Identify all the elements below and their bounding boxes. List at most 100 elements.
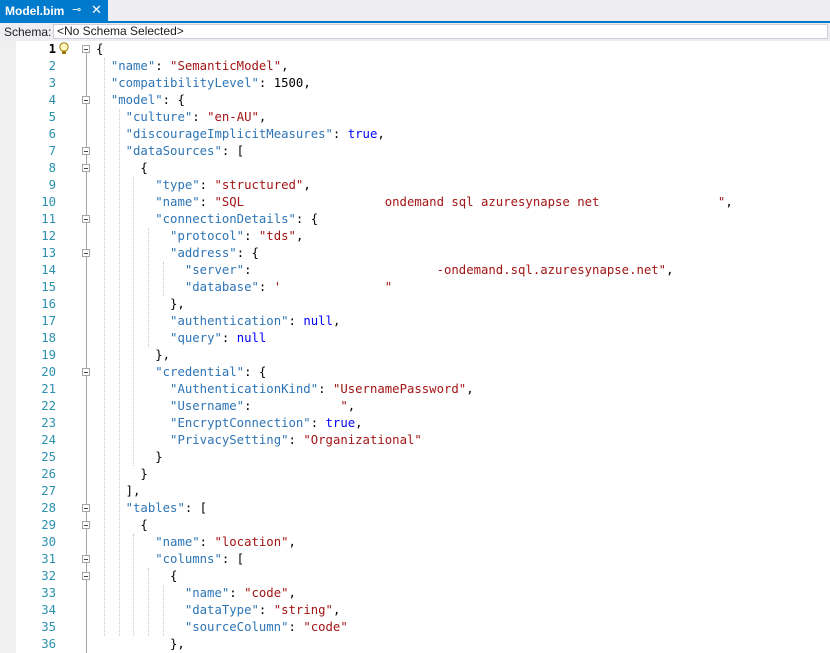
code-line[interactable]: 3 "compatibilityLevel": 1500, bbox=[0, 75, 830, 92]
json-punctuation: : bbox=[229, 586, 245, 600]
code-text: "EncryptConnection": true, bbox=[96, 415, 363, 432]
indent-guide bbox=[133, 177, 135, 466]
code-editor[interactable]: 1{2 "name": "SemanticModel", 3 "compatibi… bbox=[0, 41, 830, 653]
code-text: "address": { bbox=[96, 245, 259, 262]
collapse-icon[interactable] bbox=[82, 215, 90, 223]
code-line[interactable]: 6 "discourageImplicitMeasures": true, bbox=[0, 126, 830, 143]
line-number: 1 bbox=[48, 42, 56, 56]
code-line[interactable]: 13 "address": { bbox=[0, 245, 830, 262]
json-string: "tds" bbox=[258, 229, 296, 243]
json-keyword: true bbox=[347, 127, 378, 141]
line-number: 29 bbox=[41, 518, 56, 532]
code-line[interactable]: 18 "query": null bbox=[0, 330, 830, 347]
json-punctuation: : { bbox=[162, 93, 185, 107]
code-line[interactable]: 22 "Username": ", bbox=[0, 398, 830, 415]
code-text: "name": "location", bbox=[96, 534, 296, 551]
json-key: "connectionDetails" bbox=[155, 212, 296, 226]
json-string: "code" bbox=[303, 620, 348, 634]
code-text: { bbox=[96, 568, 177, 585]
code-line[interactable]: 11 "connectionDetails": { bbox=[0, 211, 830, 228]
json-punctuation: : bbox=[244, 229, 259, 243]
json-key: "dataSources" bbox=[125, 144, 222, 158]
collapse-icon[interactable] bbox=[82, 504, 90, 512]
json-punctuation: , bbox=[347, 399, 356, 413]
line-number: 31 bbox=[41, 552, 56, 566]
json-key: "dataType" bbox=[184, 603, 259, 617]
close-icon[interactable]: ✕ bbox=[91, 2, 102, 18]
code-line[interactable]: 15 "database": ' " bbox=[0, 279, 830, 296]
json-key: "name" bbox=[155, 195, 200, 209]
json-punctuation: : bbox=[199, 535, 215, 549]
json-keyword: null bbox=[236, 331, 267, 345]
json-key: "name" bbox=[110, 59, 156, 73]
code-line[interactable]: 30 "name": "location", bbox=[0, 534, 830, 551]
collapse-icon[interactable] bbox=[82, 368, 90, 376]
collapse-icon[interactable] bbox=[82, 521, 90, 529]
code-text: } bbox=[96, 449, 163, 466]
json-punctuation bbox=[96, 212, 155, 226]
collapse-icon[interactable] bbox=[82, 147, 90, 155]
line-number: 21 bbox=[41, 382, 56, 396]
code-text: "name": "SQL ondemand sql azuresynapse n… bbox=[96, 194, 733, 211]
code-line[interactable]: 12 "protocol": "tds", bbox=[0, 228, 830, 245]
json-key: "address" bbox=[170, 246, 237, 260]
code-line[interactable]: 36 }, bbox=[0, 636, 830, 653]
json-punctuation: : bbox=[258, 76, 274, 90]
code-line[interactable]: 31 "columns": [ bbox=[0, 551, 830, 568]
collapse-icon[interactable] bbox=[82, 249, 90, 257]
json-key: "compatibilityLevel" bbox=[110, 76, 259, 90]
json-string: "en-AU" bbox=[207, 110, 259, 124]
code-line[interactable]: 26 } bbox=[0, 466, 830, 483]
json-punctuation bbox=[96, 195, 155, 209]
collapse-icon[interactable] bbox=[82, 555, 90, 563]
json-key: "protocol" bbox=[170, 229, 245, 243]
json-punctuation bbox=[96, 110, 126, 124]
code-line[interactable]: 7 "dataSources": [ bbox=[0, 143, 830, 160]
code-line[interactable]: 16 }, bbox=[0, 296, 830, 313]
code-line[interactable]: 8 { bbox=[0, 160, 830, 177]
json-punctuation: , bbox=[303, 178, 311, 192]
collapse-icon[interactable] bbox=[82, 45, 90, 53]
pin-icon[interactable]: ⊸ bbox=[72, 3, 81, 16]
json-key: "server" bbox=[184, 263, 245, 277]
json-punctuation: , bbox=[725, 195, 733, 209]
line-number: 25 bbox=[41, 450, 56, 464]
collapse-icon[interactable] bbox=[82, 164, 90, 172]
code-line[interactable]: 21 "AuthenticationKind": "UsernamePasswo… bbox=[0, 381, 830, 398]
tab-model-bim[interactable]: Model.bim ⊸ ✕ bbox=[0, 0, 108, 21]
code-line[interactable]: 27 ], bbox=[0, 483, 830, 500]
code-line[interactable]: 17 "authentication": null, bbox=[0, 313, 830, 330]
code-line[interactable]: 20 "credential": { bbox=[0, 364, 830, 381]
code-line[interactable]: 4 "model": { bbox=[0, 92, 830, 109]
code-line[interactable]: 10 "name": "SQL ondemand sql azuresynaps… bbox=[0, 194, 830, 211]
code-line[interactable]: 5 "culture": "en-AU", bbox=[0, 109, 830, 126]
code-line[interactable]: 2 "name": "SemanticModel", bbox=[0, 58, 830, 75]
code-line[interactable]: 14 "server": -ondemand.sql.azuresynapse.… bbox=[0, 262, 830, 279]
code-line[interactable]: 23 "EncryptConnection": true, bbox=[0, 415, 830, 432]
code-line[interactable]: 1{ bbox=[0, 41, 830, 58]
json-punctuation bbox=[96, 263, 185, 277]
line-number: 9 bbox=[48, 178, 56, 192]
code-line[interactable]: 29 { bbox=[0, 517, 830, 534]
code-line[interactable]: 32 { bbox=[0, 568, 830, 585]
code-line[interactable]: 35 "sourceColumn": "code" bbox=[0, 619, 830, 636]
json-punctuation: : bbox=[288, 433, 304, 447]
indent-guide bbox=[118, 109, 120, 636]
json-punctuation: : [ bbox=[221, 552, 245, 566]
indent-guide bbox=[163, 262, 164, 296]
line-number: 5 bbox=[48, 110, 56, 124]
code-line[interactable]: 25 } bbox=[0, 449, 830, 466]
indent-guide bbox=[148, 568, 150, 636]
json-key: "PrivacySetting" bbox=[170, 433, 289, 447]
code-line[interactable]: 33 "name": "code", bbox=[0, 585, 830, 602]
collapse-icon[interactable] bbox=[82, 572, 90, 580]
code-line[interactable]: 19 }, bbox=[0, 347, 830, 364]
code-line[interactable]: 34 "dataType": "string", bbox=[0, 602, 830, 619]
json-punctuation: } bbox=[96, 450, 163, 464]
schema-selector[interactable]: <No Schema Selected> bbox=[53, 24, 828, 39]
line-number: 2 bbox=[48, 59, 56, 73]
collapse-icon[interactable] bbox=[82, 96, 90, 104]
code-line[interactable]: 24 "PrivacySetting": "Organizational" bbox=[0, 432, 830, 449]
code-line[interactable]: 28 "tables": [ bbox=[0, 500, 830, 517]
code-line[interactable]: 9 "type": "structured", bbox=[0, 177, 830, 194]
